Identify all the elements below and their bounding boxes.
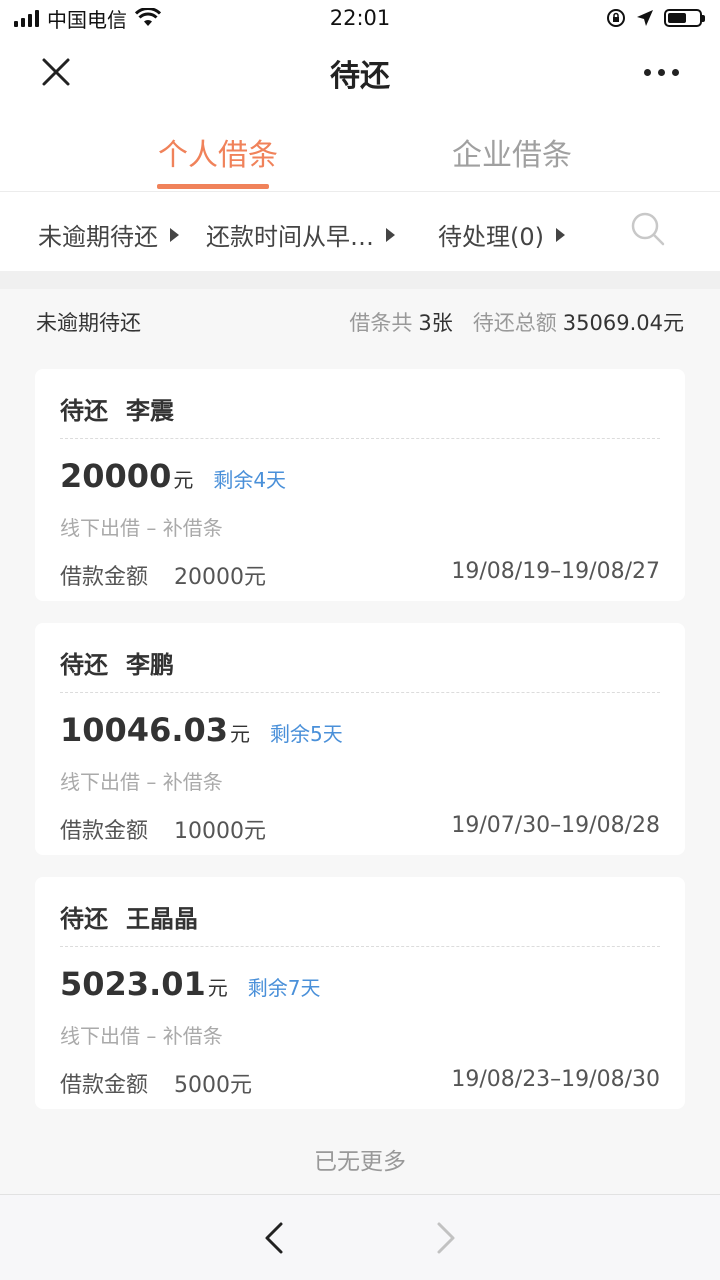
forward-arrow-icon[interactable]	[434, 1221, 458, 1255]
summary-bar: 未逾期待还 借条共 3张 待还总额 35069.04元	[0, 289, 720, 355]
loan-amount-label: 借款金额	[60, 819, 149, 844]
loan-amount-label: 借款金额	[60, 1073, 149, 1098]
loan-amount: 5000元	[174, 1073, 253, 1098]
loan-card[interactable]: 待还 王晶晶 5023.01 元 剩余7天 线下出借 – 补借条 借款金额 5000…	[35, 877, 685, 1109]
total-label: 待还总额	[472, 311, 557, 335]
signal-icon	[14, 9, 39, 27]
currency-unit: 元	[207, 976, 228, 1000]
back-arrow-icon[interactable]	[262, 1221, 286, 1255]
remaining-days: 剩余5天	[270, 722, 343, 746]
amount-row: 5023.01 元 剩余7天	[60, 965, 320, 1003]
status-bar: 中国电信 22:01	[0, 0, 720, 36]
loan-type: 线下出借 – 补借条	[60, 516, 223, 540]
loan-period: 19/07/30–19/08/28	[451, 813, 660, 838]
dashed-divider	[60, 946, 660, 947]
loan-info-row: 借款金额 5000元 19/08/23–19/08/30	[60, 1067, 660, 1099]
card-status: 待还	[60, 651, 108, 679]
loan-card[interactable]: 待还 李鹏 10046.03 元 剩余5天 线下出借 – 补借条 借款金额 1000…	[35, 623, 685, 855]
orientation-lock-icon	[607, 9, 625, 27]
status-right	[606, 8, 705, 28]
due-amount: 20000	[60, 457, 172, 495]
section-divider	[0, 271, 720, 289]
loan-period: 19/08/19–19/08/27	[451, 559, 660, 584]
battery-icon	[664, 9, 705, 27]
card-header: 待还 李鹏	[60, 645, 174, 680]
battery-fill	[668, 13, 686, 23]
loan-type: 线下出借 – 补借条	[60, 1024, 223, 1048]
filter-bar: 未逾期待还 还款时间从早… 待处理(0)	[0, 193, 720, 271]
status-left: 中国电信	[14, 4, 161, 33]
summary-label: 未逾期待还	[36, 311, 141, 335]
tab-enterprise[interactable]: 企业借条	[452, 130, 572, 174]
loan-list: 未逾期待还 借条共 3张 待还总额 35069.04元 待还 李震 20000 元 剩余…	[0, 289, 720, 1194]
filter-status-label: 未逾期待还	[38, 223, 158, 251]
nav-bar: 待还	[0, 36, 720, 110]
end-of-list-label: 已无更多	[314, 1149, 406, 1175]
tab-personal[interactable]: 个人借条	[158, 130, 278, 174]
loan-amount: 10000元	[174, 819, 267, 844]
currency-unit: 元	[230, 722, 251, 746]
bottom-toolbar	[0, 1194, 720, 1280]
triangle-right-icon	[556, 227, 565, 242]
page-title: 待还	[330, 59, 390, 94]
borrower-name: 王晶晶	[126, 905, 198, 933]
filter-pending-label: 待处理(0)	[438, 223, 544, 251]
card-header: 待还 李震	[60, 391, 174, 426]
total-value: 35069.04元	[562, 311, 684, 335]
triangle-right-icon	[170, 227, 179, 242]
loan-info-row: 借款金额 10000元 19/07/30–19/08/28	[60, 813, 660, 845]
card-header: 待还 王晶晶	[60, 899, 198, 934]
borrower-name: 李震	[126, 397, 174, 425]
card-status: 待还	[60, 905, 108, 933]
tab-bar: 个人借条 企业借条	[0, 110, 720, 192]
close-icon[interactable]	[38, 54, 74, 90]
loan-info-row: 借款金额 20000元 19/08/19–19/08/27	[60, 559, 660, 591]
borrower-name: 李鹏	[126, 651, 174, 679]
due-amount: 5023.01	[60, 965, 206, 1003]
amount-row: 10046.03 元 剩余5天	[60, 711, 343, 749]
tab-indicator	[157, 184, 269, 189]
card-status: 待还	[60, 397, 108, 425]
dashed-divider	[60, 438, 660, 439]
currency-unit: 元	[173, 468, 194, 492]
due-amount: 10046.03	[60, 711, 229, 749]
triangle-right-icon	[386, 227, 395, 242]
filter-pending[interactable]: 待处理(0)	[438, 217, 565, 252]
remaining-days: 剩余7天	[247, 976, 321, 1000]
filter-status[interactable]: 未逾期待还	[38, 217, 179, 252]
wifi-icon	[135, 8, 161, 26]
summary-stats: 借条共 3张 待还总额 35069.04元	[349, 307, 684, 337]
filter-sort[interactable]: 还款时间从早…	[206, 217, 395, 252]
loan-amount-label: 借款金额	[60, 565, 149, 590]
carrier-label: 中国电信	[47, 7, 127, 32]
loan-amount: 20000元	[174, 565, 267, 590]
loan-card[interactable]: 待还 李震 20000 元 剩余4天 线下出借 – 补借条 借款金额 20000元 …	[35, 369, 685, 601]
remaining-days: 剩余4天	[213, 468, 287, 492]
count-label: 借条共	[349, 311, 413, 335]
more-icon[interactable]	[644, 62, 684, 82]
dashed-divider	[60, 692, 660, 693]
loan-period: 19/08/23–19/08/30	[451, 1067, 660, 1092]
filter-sort-label: 还款时间从早…	[206, 223, 374, 251]
count-value: 3张	[418, 311, 453, 335]
location-icon	[637, 10, 653, 26]
loan-type: 线下出借 – 补借条	[60, 770, 223, 794]
amount-row: 20000 元 剩余4天	[60, 457, 286, 495]
search-icon[interactable]	[630, 211, 666, 247]
